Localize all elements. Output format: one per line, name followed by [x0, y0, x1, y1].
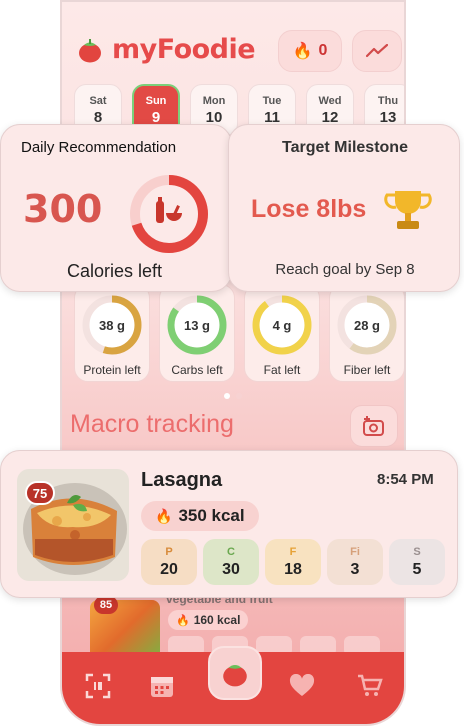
day-name: Thu — [377, 94, 399, 107]
macro-chip-f: F 18 — [265, 539, 321, 585]
day-date: 11 — [264, 108, 280, 126]
page-indicator — [224, 393, 242, 399]
trophy-icon — [384, 191, 432, 229]
meal-score-badge: 85 — [94, 596, 118, 614]
tomato-icon — [223, 664, 247, 687]
macro-chip-p: P 20 — [141, 539, 197, 585]
macro-label: Protein left — [83, 363, 141, 377]
macro-value: 28 g — [354, 318, 380, 333]
flame-icon: 🔥 — [155, 507, 173, 524]
daily-recommendation-card[interactable]: Daily Recommendation 300 Calories left — [0, 124, 232, 292]
macro-card-fiber[interactable]: 28 g Fiber left — [329, 284, 404, 382]
trend-button[interactable] — [352, 30, 402, 72]
macro-chip-value: 30 — [222, 560, 240, 578]
heart-icon — [289, 674, 315, 696]
day-date: 10 — [205, 108, 223, 126]
trend-chart-icon — [366, 44, 388, 58]
page-dot[interactable] — [236, 393, 242, 399]
scan-button[interactable] — [76, 664, 120, 708]
calories-label: Calories left — [67, 261, 163, 281]
macro-chip-c: C 30 — [203, 539, 259, 585]
meal-score-badge: 75 — [25, 481, 55, 505]
milestone-reach-date: Reach goal by Sep 8 — [275, 261, 415, 278]
macro-chip-label: S — [413, 545, 421, 558]
meal-card-lasagna[interactable]: 75 Lasagna 8:54 PM 🔥 350 kcal P 20 C 30 F 18 F… — [0, 450, 458, 598]
macro-chip-value: 5 — [412, 560, 422, 578]
cart-button[interactable] — [348, 664, 392, 708]
macro-ring: 28 g — [337, 295, 397, 355]
macro-chip-label: F — [289, 545, 297, 558]
target-milestone-card[interactable]: Target Milestone Lose 8lbs Reach goal by… — [228, 124, 460, 292]
camera-add-icon — [363, 416, 384, 436]
macro-label: Fat left — [263, 363, 301, 377]
macro-chip-label: P — [165, 545, 173, 558]
macro-card-fat[interactable]: 4 g Fat left — [244, 284, 320, 382]
day-name: Sat — [89, 94, 107, 107]
meal-name: Lasagna — [141, 469, 223, 491]
day-name: Wed — [318, 94, 342, 107]
meal-kcal-pill: 🔥 160 kcal — [168, 610, 249, 630]
day-date: 8 — [93, 108, 103, 126]
macro-cards: 38 g Protein left 13 g Carbs left 4 g Fat lef… — [74, 284, 404, 382]
meal-macro-chips: P 20 C 30 F 18 Fi 3 S 5 — [141, 539, 445, 585]
calendar-button[interactable] — [140, 664, 184, 708]
recommendation-title: Daily Recommendation — [21, 139, 177, 156]
macro-card-carbs[interactable]: 13 g Carbs left — [159, 284, 235, 382]
cart-icon — [358, 674, 383, 696]
day-name: Sun — [145, 94, 167, 107]
day-name: Tue — [262, 94, 282, 107]
meal-kcal-value: 350 kcal — [178, 506, 245, 525]
phone-screen: myFoodie 🔥 0 Sat 8 Sun 9 Mon 10 Tue 11 Wed 12 Thu 1… — [60, 0, 406, 726]
bottom-nav — [62, 646, 404, 724]
macro-chip-fi: Fi 3 — [327, 539, 383, 585]
macro-chip-label: Fi — [350, 545, 360, 558]
day-name: Mon — [202, 94, 226, 107]
macro-value: 4 g — [273, 318, 292, 333]
milestone-goal: Lose 8lbs — [251, 195, 367, 223]
day-date: 12 — [321, 108, 339, 126]
app-title: myFoodie — [112, 34, 256, 65]
macro-label: Fiber left — [343, 363, 391, 377]
macro-chip-value: 3 — [350, 560, 360, 578]
favorites-button[interactable] — [280, 664, 324, 708]
page-dot-active[interactable] — [224, 393, 230, 399]
streak-count: 0 — [318, 42, 328, 59]
meal-time: 8:54 PM — [377, 471, 434, 488]
macro-label: Carbs left — [171, 363, 223, 377]
day-date: 9 — [151, 108, 161, 126]
flame-icon: 🔥 — [292, 43, 313, 60]
macro-chip-value: 18 — [284, 560, 302, 578]
macro-ring: 13 g — [167, 295, 227, 355]
section-title: Macro tracking — [70, 410, 234, 438]
meal-kcal-value: 160 kcal — [193, 613, 241, 627]
day-date: 13 — [379, 108, 397, 126]
calories-value: 300 — [23, 187, 103, 231]
macro-ring: 4 g — [252, 295, 312, 355]
home-button[interactable] — [208, 646, 262, 700]
macro-chip-value: 20 — [160, 560, 178, 578]
bottle-bowl-icon — [156, 197, 182, 223]
meal-kcal-pill: 🔥 350 kcal — [141, 501, 259, 531]
app-header: myFoodie — [76, 34, 256, 65]
tomato-logo-icon — [79, 38, 101, 62]
calories-ring — [130, 175, 208, 253]
macro-value: 13 g — [184, 318, 210, 333]
flame-icon: 🔥 — [176, 614, 190, 627]
macro-chip-label: C — [227, 545, 235, 558]
streak-button[interactable]: 🔥 0 — [278, 30, 342, 72]
macro-chip-s: S5 — [389, 539, 445, 585]
macro-value: 38 g — [99, 318, 125, 333]
calendar-icon — [151, 677, 173, 697]
macro-ring: 38 g — [82, 295, 142, 355]
scan-icon — [85, 673, 111, 699]
macro-card-protein[interactable]: 38 g Protein left — [74, 284, 150, 382]
milestone-title: Target Milestone — [282, 139, 408, 156]
add-photo-button[interactable] — [350, 405, 398, 447]
